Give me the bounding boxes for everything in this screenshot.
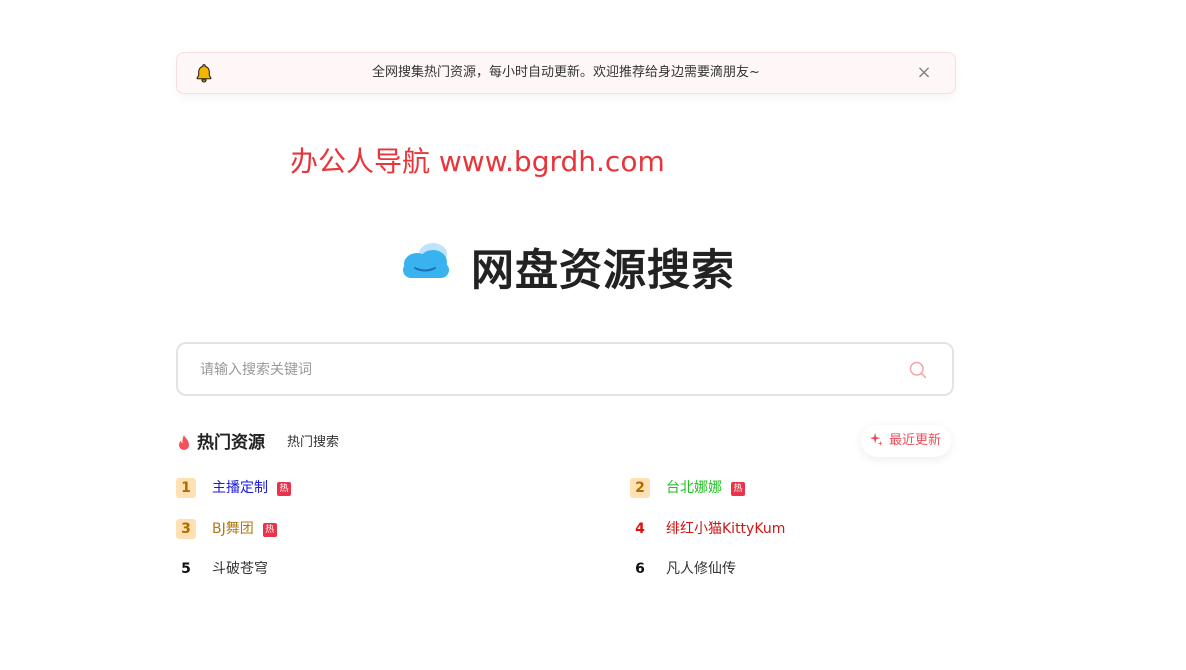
- hot-item-label[interactable]: 绯红小猫KittyKum: [666, 518, 785, 540]
- hot-item-text[interactable]: BJ舞团: [212, 521, 254, 537]
- sparkle-icon: [869, 432, 883, 446]
- notice-bar: 全网搜集热门资源，每小时自动更新。欢迎推荐给身边需要滴朋友~ ×: [176, 52, 956, 94]
- rank-badge: 5: [181, 561, 191, 577]
- hot-item-label[interactable]: 凡人修仙传: [666, 558, 736, 580]
- close-icon[interactable]: ×: [915, 64, 933, 82]
- rank-badge: 1: [176, 478, 196, 498]
- search-input[interactable]: [198, 344, 882, 396]
- site-title: 办公人导航 www.bgrdh.com: [290, 145, 665, 178]
- rank-badge: 3: [176, 519, 196, 539]
- notice-text: 全网搜集热门资源，每小时自动更新。欢迎推荐给身边需要滴朋友~: [372, 65, 760, 80]
- cloud-icon: [403, 243, 449, 278]
- hot-item-text[interactable]: 主播定制: [212, 480, 268, 496]
- rank-badge: 4: [635, 521, 645, 537]
- rank-badge: 6: [635, 561, 645, 577]
- hot-item-text[interactable]: 斗破苍穹: [212, 561, 268, 577]
- hot-badge: 热: [731, 482, 745, 496]
- search-icon[interactable]: [908, 360, 928, 380]
- hot-title: 热门资源: [197, 433, 265, 453]
- bell-icon: [196, 64, 212, 83]
- fire-icon: [179, 435, 189, 450]
- hot-item-text[interactable]: 凡人修仙传: [666, 561, 736, 577]
- search-box: [176, 342, 954, 396]
- hot-item-text[interactable]: 台北娜娜: [666, 480, 722, 496]
- hot-badge: 热: [262, 523, 277, 537]
- hot-item-label[interactable]: 斗破苍穹: [212, 558, 268, 580]
- recent-updates-button[interactable]: 最近更新: [861, 425, 952, 457]
- hot-item-label[interactable]: 台北娜娜热: [666, 477, 745, 499]
- hot-item-label[interactable]: BJ舞团热: [212, 518, 277, 540]
- hot-badge: 热: [277, 482, 291, 496]
- rank-badge: 2: [630, 478, 650, 498]
- hot-item-text[interactable]: 绯红小猫KittyKum: [666, 521, 785, 537]
- hero-title: 网盘资源搜索: [471, 246, 735, 296]
- hot-item-label[interactable]: 主播定制热: [212, 477, 291, 499]
- tab-hot-search[interactable]: 热门搜索: [287, 430, 339, 456]
- recent-label: 最近更新: [889, 433, 942, 448]
